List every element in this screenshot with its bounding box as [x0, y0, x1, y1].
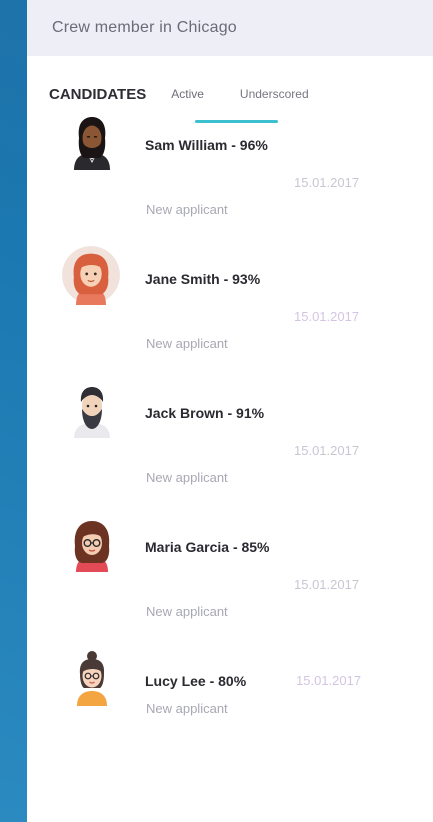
candidate-status: New applicant: [146, 701, 228, 716]
job-title-header: Crew member in Chicago: [27, 0, 433, 56]
avatar-man-long-hair-icon: [74, 117, 110, 170]
candidate-item[interactable]: Sam William - 96% 15.01.2017 New applica…: [27, 91, 433, 225]
avatar-woman-bun-icon: [77, 651, 107, 706]
candidate-name[interactable]: Sam William - 96%: [145, 137, 268, 153]
candidate-date: 15.01.2017: [296, 673, 362, 688]
candidate-date: 15.01.2017: [294, 309, 360, 324]
avatar-woman-glasses-icon: [74, 521, 110, 572]
avatar-woman-red-hair-icon: [62, 246, 120, 305]
candidate-name[interactable]: Maria Garcia - 85%: [145, 539, 270, 555]
job-title: Crew member in Chicago: [52, 19, 237, 36]
candidate-name[interactable]: Lucy Lee - 80%: [145, 673, 246, 689]
candidates-panel: Crew member in Chicago CANDIDATES Active…: [27, 0, 433, 822]
candidate-date: 15.01.2017: [294, 175, 360, 190]
candidate-status: New applicant: [146, 470, 228, 485]
avatar-bearded-man-icon: [74, 387, 110, 438]
candidate-date: 15.01.2017: [294, 577, 360, 592]
candidate-status: New applicant: [146, 604, 228, 619]
candidate-status: New applicant: [146, 336, 228, 351]
candidate-name[interactable]: Jack Brown - 91%: [145, 405, 264, 421]
candidate-list: Sam William - 96% 15.01.2017 New applica…: [27, 117, 433, 806]
candidate-item[interactable]: Jack Brown - 91% 15.01.2017 New applican…: [27, 359, 433, 493]
candidate-item[interactable]: Maria Garcia - 85% 15.01.2017 New applic…: [27, 493, 433, 627]
candidate-item[interactable]: Lucy Lee - 80% 15.01.2017 New applicant: [27, 627, 433, 761]
candidate-name[interactable]: Jane Smith - 93%: [145, 271, 260, 287]
candidate-date: 15.01.2017: [294, 443, 360, 458]
candidate-item[interactable]: Jane Smith - 93% 15.01.2017 New applican…: [27, 225, 433, 359]
candidate-status: New applicant: [146, 202, 228, 217]
